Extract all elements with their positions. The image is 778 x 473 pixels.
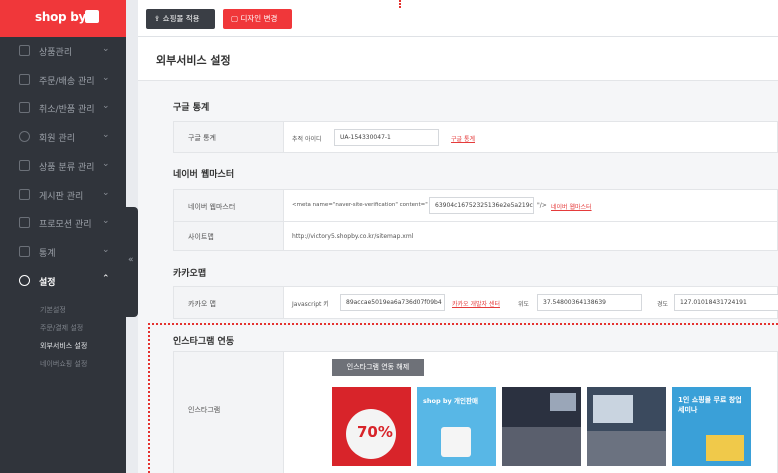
sidebar-item-promotion[interactable]: 프로모션 관리 ⌄ bbox=[0, 209, 126, 238]
apply-to-shop-label: 쇼핑몰 적용 bbox=[162, 14, 200, 23]
sidebar-collapse-button[interactable]: « bbox=[126, 207, 138, 317]
sidebar-item-label: 상품 분류 관리 bbox=[39, 163, 95, 173]
section-title-kakao: 카카오맵 bbox=[173, 269, 207, 279]
chevron-down-icon: ⌄ bbox=[102, 245, 110, 255]
sidebar-item-stats[interactable]: 통계 ⌄ bbox=[0, 238, 126, 267]
row-label: 카카오 맵 bbox=[174, 287, 284, 318]
promotion-icon bbox=[19, 217, 30, 228]
tag-icon bbox=[19, 160, 30, 171]
section-title-naver: 네이버 웹마스터 bbox=[173, 170, 235, 180]
naver-verification-input[interactable]: 63904c16752325136e2e5a219c bbox=[429, 197, 534, 214]
sidebar-sub-external-service[interactable]: 외부서비스 설정 bbox=[40, 341, 87, 351]
sidebar-item-board[interactable]: 게시판 관리 ⌄ bbox=[0, 181, 126, 210]
row-label-text: 네이버 웹마스터 bbox=[188, 203, 236, 211]
sidebar-sub-naver-shopping[interactable]: 네이버쇼핑 설정 bbox=[40, 359, 87, 369]
chevron-down-icon: ⌄ bbox=[102, 73, 110, 83]
gear-icon bbox=[19, 275, 30, 286]
user-icon bbox=[19, 131, 30, 142]
chevron-down-icon: ⌄ bbox=[102, 44, 110, 54]
latitude-label: 위도 bbox=[518, 301, 530, 308]
tracking-id-input[interactable]: UA-154330047-1 bbox=[334, 129, 439, 146]
sidebar-item-label: 상품관리 bbox=[39, 48, 73, 58]
sidebar-item-categories[interactable]: 상품 분류 관리 ⌄ bbox=[0, 152, 126, 181]
sidebar-item-label: 게시판 관리 bbox=[39, 192, 84, 202]
chevron-down-icon: ⌄ bbox=[102, 216, 110, 226]
row-naver-webmaster: 네이버 웹마스터 <meta name="naver-site-verifica… bbox=[173, 189, 778, 222]
annotation-marker bbox=[399, 0, 401, 8]
sidebar-item-members[interactable]: 회원 관리 ⌄ bbox=[0, 123, 126, 152]
change-design-button[interactable]: ▢ 디자인 변경 bbox=[223, 9, 292, 29]
chevron-up-icon: ⌃ bbox=[102, 274, 110, 284]
sidebar-item-label: 통계 bbox=[39, 249, 56, 259]
return-icon bbox=[19, 102, 30, 113]
sidebar-item-label: 취소/반품 관리 bbox=[39, 105, 95, 115]
sidebar-item-settings[interactable]: 설정 ⌃ bbox=[0, 267, 126, 296]
chevron-down-icon: ⌄ bbox=[102, 188, 110, 198]
meta-suffix-text: "/> bbox=[537, 202, 547, 209]
sidebar-item-label: 주문/배송 관리 bbox=[39, 77, 95, 87]
longitude-label: 경도 bbox=[657, 301, 669, 308]
row-google-analytics: 구글 통계 추적 아이디 UA-154330047-1 구글 통계 bbox=[173, 121, 778, 153]
sidebar-item-label: 회원 관리 bbox=[39, 134, 75, 144]
board-icon bbox=[19, 189, 30, 200]
naver-webmaster-link[interactable]: 네이버 웹마스터 bbox=[551, 202, 592, 211]
chevron-down-icon: ⌄ bbox=[102, 101, 110, 111]
logo-bar[interactable]: shop by bbox=[0, 0, 126, 37]
row-label-text: 구글 통계 bbox=[188, 134, 216, 142]
sidebar-sub-order-payment[interactable]: 주문/결제 설정 bbox=[40, 323, 83, 333]
upload-icon: ⇪ bbox=[154, 14, 163, 23]
sitemap-url[interactable]: http://victory5.shopby.co.kr/sitemap.xml bbox=[292, 233, 413, 240]
sidebar-item-label: 프로모션 관리 bbox=[39, 220, 92, 230]
row-label-text: 사이트맵 bbox=[188, 233, 214, 241]
product-icon bbox=[19, 45, 30, 56]
row-label-text: 카카오 맵 bbox=[188, 300, 216, 308]
longitude-input[interactable]: 127.01018431724191 bbox=[674, 294, 778, 311]
logo: shop by bbox=[35, 10, 87, 24]
row-label: 네이버 웹마스터 bbox=[174, 190, 284, 221]
tracking-id-label: 추적 아이디 bbox=[292, 136, 322, 143]
row-kakao-map: 카카오 맵 Javascript 키 89accae5019ea6a736d07… bbox=[173, 286, 778, 319]
change-design-label: 디자인 변경 bbox=[240, 14, 278, 23]
javascript-key-input[interactable]: 89accae5019ea6a736d07f09b4 bbox=[340, 294, 445, 311]
meta-prefix-text: <meta name="naver-site-verification" con… bbox=[292, 202, 428, 208]
apply-to-shop-button[interactable]: ⇪ 쇼핑몰 적용 bbox=[146, 9, 215, 29]
sidebar-item-label: 설정 bbox=[39, 278, 56, 288]
latitude-input[interactable]: 37.54800364138639 bbox=[537, 294, 642, 311]
top-toolbar: ⇪ 쇼핑몰 적용 ▢ 디자인 변경 bbox=[138, 0, 778, 37]
annotation-highlight-box bbox=[148, 323, 778, 473]
row-sitemap: 사이트맵 http://victory5.shopby.co.kr/sitema… bbox=[173, 221, 778, 251]
page-title: 외부서비스 설정 bbox=[156, 54, 231, 67]
row-label: 구글 통계 bbox=[174, 122, 284, 152]
row-label: 사이트맵 bbox=[174, 222, 284, 250]
chevron-down-icon: ⌄ bbox=[102, 130, 110, 140]
sidebar-item-returns[interactable]: 취소/반품 관리 ⌄ bbox=[0, 94, 126, 123]
sidebar: shop by 상품관리 ⌄ 주문/배송 관리 ⌄ 취소/반품 관리 ⌄ 회원 … bbox=[0, 0, 126, 473]
double-chevron-left-icon: « bbox=[128, 255, 134, 265]
sidebar-sub-basic[interactable]: 기본설정 bbox=[40, 305, 66, 315]
chart-icon bbox=[19, 246, 30, 257]
sidebar-item-orders[interactable]: 주문/배송 관리 ⌄ bbox=[0, 66, 126, 95]
logo-flag-icon bbox=[85, 10, 99, 23]
sidebar-item-products[interactable]: 상품관리 ⌄ bbox=[0, 37, 126, 66]
section-title-google: 구글 통계 bbox=[173, 103, 210, 113]
kakao-developer-link[interactable]: 카카오 개발자 센터 bbox=[452, 299, 500, 308]
google-analytics-link[interactable]: 구글 통계 bbox=[451, 134, 475, 143]
cart-icon bbox=[19, 74, 30, 85]
chevron-down-icon: ⌄ bbox=[102, 159, 110, 169]
javascript-key-label: Javascript 키 bbox=[292, 301, 329, 308]
